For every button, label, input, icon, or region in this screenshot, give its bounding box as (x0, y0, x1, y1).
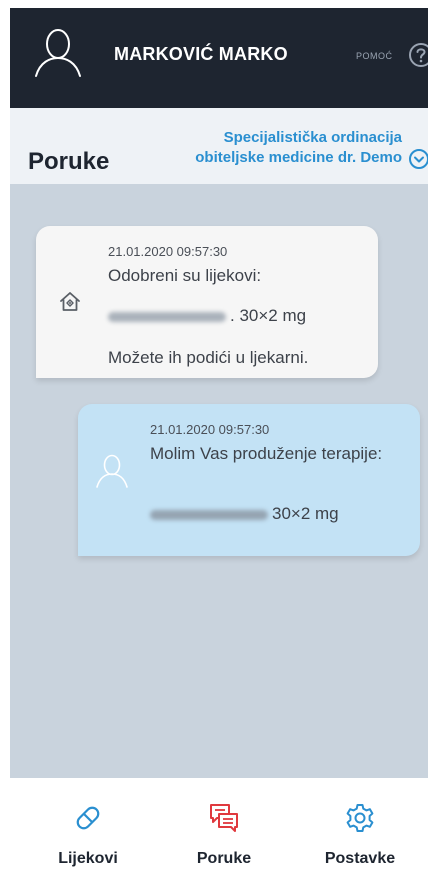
message-bubble-outgoing[interactable]: 21.01.2020 09:57:30 Molim Vas produženje… (78, 404, 420, 556)
message-line: Odobreni su lijekovi: (108, 266, 262, 285)
nav-item-lijekovi[interactable]: Lijekovi (28, 778, 148, 881)
message-line: Možete ih podići u ljekarni. (108, 348, 309, 367)
nav-label: Postavke (324, 850, 396, 867)
nav-item-poruke[interactable]: Poruke (164, 778, 284, 881)
subheader: Poruke Specijalistička ordinacija obitel… (10, 108, 430, 184)
user-outline-icon (96, 454, 128, 488)
gear-icon (346, 804, 374, 832)
status-bar (0, 0, 434, 8)
dosage-text: 30×2 mg (272, 504, 339, 523)
user-name[interactable]: MARKOVIĆ MARKO (114, 44, 288, 65)
medication-line: 30×2 mg (150, 504, 339, 523)
user-outline-icon[interactable] (32, 28, 84, 78)
pill-icon (76, 806, 100, 830)
message-list[interactable]: 21.01.2020 09:57:30 Odobreni su lijekovi… (10, 184, 428, 778)
bottom-navigation: Lijekovi Poruke Postavke (0, 778, 434, 881)
nav-label: Lijekovi (58, 850, 118, 867)
dosage-text: . 30×2 mg (230, 306, 307, 325)
redacted-medication-name (108, 311, 226, 322)
help-label[interactable]: POMOĆ (356, 51, 393, 61)
screen-edge (428, 0, 434, 881)
chevron-down-icon[interactable] (408, 148, 430, 170)
message-bubble-incoming[interactable]: 21.01.2020 09:57:30 Odobreni su lijekovi… (36, 226, 378, 378)
message-line: Molim Vas produženje terapije: (150, 444, 383, 463)
clinic-house-icon (60, 292, 80, 311)
messages-icon (210, 804, 238, 832)
page-title: Poruke (28, 148, 110, 175)
nav-item-postavke[interactable]: Postavke (300, 778, 420, 881)
clinic-selector-label[interactable]: Specijalistička ordinacija obiteljske me… (170, 128, 402, 168)
medication-line: . 30×2 mg (108, 306, 306, 325)
nav-label: Poruke (196, 850, 252, 867)
app-header: MARKOVIĆ MARKO POMOĆ (10, 8, 433, 108)
message-timestamp: 21.01.2020 09:57:30 (108, 244, 228, 259)
redacted-medication-name (150, 509, 268, 520)
message-timestamp: 21.01.2020 09:57:30 (150, 422, 270, 437)
